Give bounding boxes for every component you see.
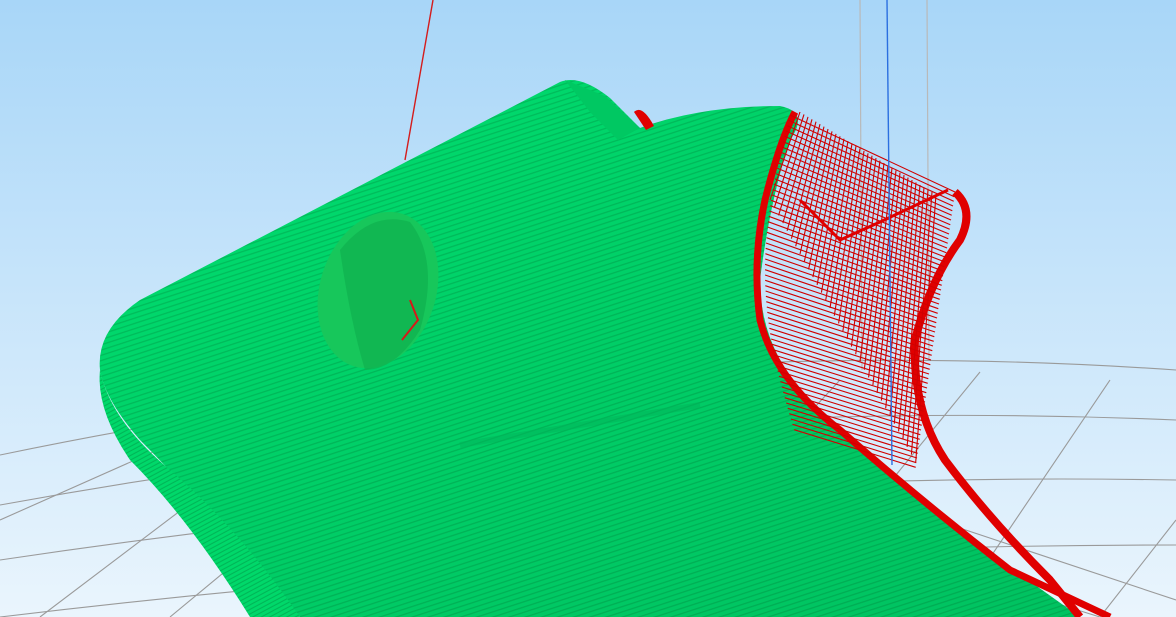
- 3d-print-preview-viewport[interactable]: [0, 0, 1176, 617]
- preview-scene[interactable]: [0, 0, 1176, 617]
